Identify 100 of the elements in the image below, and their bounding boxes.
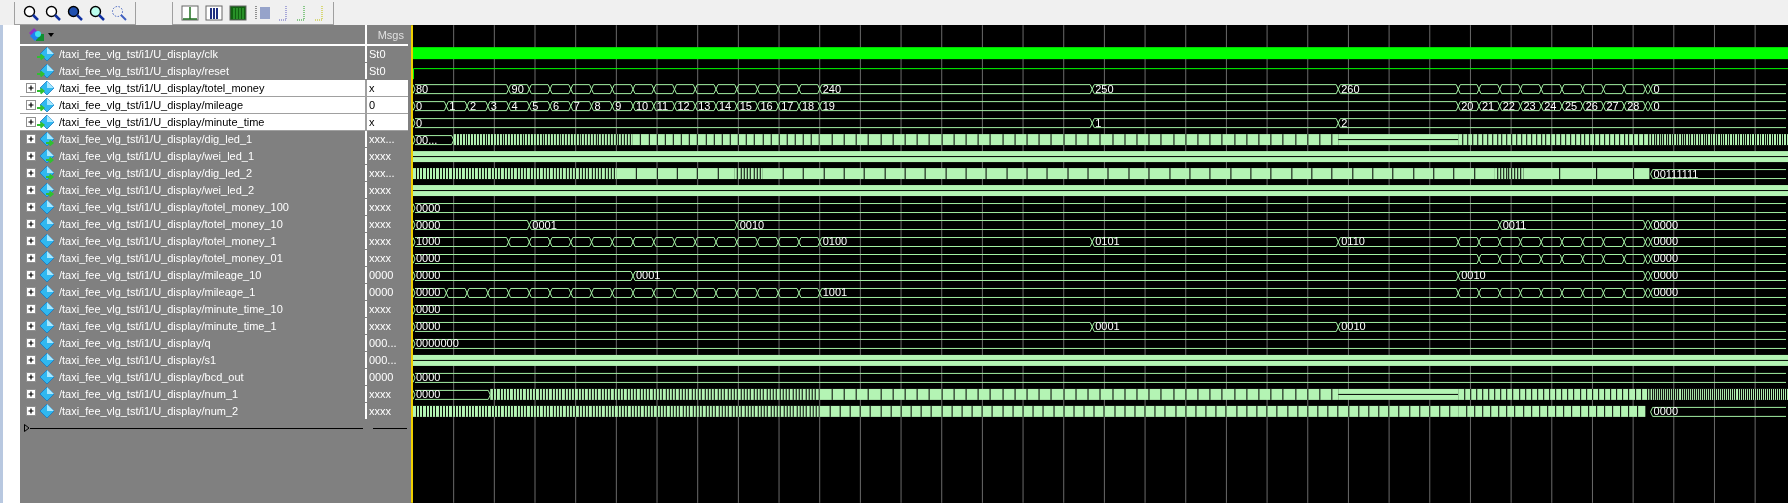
wave-value-label: 3	[490, 99, 497, 112]
wave-value-label: 20	[1461, 99, 1474, 112]
wave-value-label: 0110	[1341, 235, 1365, 248]
wave-value-label: 11	[656, 99, 669, 112]
signal-row[interactable]: /taxi_fee_vlg_tst/i1/U_display/totel_money_100 xxxx	[20, 199, 408, 216]
signal-row[interactable]: /taxi_fee_vlg_tst/i1/U_display/clk St0	[20, 46, 408, 63]
signal-row[interactable]: /taxi_fee_vlg_tst/i1/U_display/wei_led_1 xxxx	[20, 148, 408, 165]
dotted-box-icon[interactable]	[277, 5, 289, 21]
signal-row[interactable]: /taxi_fee_vlg_tst/i1/U_display/mileage_10 0000	[20, 267, 408, 284]
signal-value: 000...	[368, 337, 398, 349]
expand-icon[interactable]	[26, 389, 36, 399]
expand-icon[interactable]	[26, 134, 36, 144]
wave-value-label: 1000	[416, 235, 441, 248]
signal-name: /taxi_fee_vlg_tst/i1/U_display/dig_led_1	[59, 133, 253, 145]
expand-icon[interactable]	[26, 372, 36, 382]
signal-value: 0	[368, 99, 377, 111]
magnifier-icon[interactable]	[45, 5, 61, 21]
expand-icon[interactable]	[26, 236, 36, 246]
wave-value-label: 0000	[416, 286, 441, 299]
signal-row[interactable]: /taxi_fee_vlg_tst/i1/U_display/totel_money_1 xxxx	[20, 233, 408, 250]
expand-icon[interactable]	[26, 83, 36, 93]
expand-icon[interactable]	[26, 304, 36, 314]
wave-value-label: 0000	[1653, 405, 1679, 418]
signal-row[interactable]: /taxi_fee_vlg_tst/i1/U_display/dig_led_2 xxx...	[20, 165, 408, 182]
wave-value-label: 27	[1606, 99, 1619, 112]
signal-row[interactable]: /taxi_fee_vlg_tst/i1/U_display/totel_money_01 xxxx	[20, 250, 408, 267]
wave-value-label: 0010	[1461, 269, 1486, 282]
signal-value: 0000	[368, 371, 395, 383]
expand-icon[interactable]	[26, 338, 36, 348]
signal-name: /taxi_fee_vlg_tst/i1/U_display/totel_money_01	[59, 252, 283, 264]
wave-value-label: 9	[615, 99, 622, 112]
magnifier-icon[interactable]	[89, 5, 105, 21]
dotted-box-icon[interactable]	[253, 5, 271, 21]
wave-value-label: 0001	[636, 269, 661, 282]
signal-name: /taxi_fee_vlg_tst/i1/U_display/minute_time_1	[59, 320, 277, 332]
wave-value-label: 250	[1095, 82, 1114, 95]
wave-value-label: 5	[532, 99, 539, 112]
signal-row[interactable]: /taxi_fee_vlg_tst/i1/U_display/bcd_out 0000	[20, 369, 408, 386]
expand-icon[interactable]	[26, 202, 36, 212]
waveform-icon[interactable]	[205, 5, 223, 21]
signal-name: /taxi_fee_vlg_tst/i1/U_display/mileage_10	[59, 269, 262, 281]
magnifier-icon[interactable]	[67, 5, 83, 21]
wave-value-label: 0000	[1653, 235, 1679, 248]
signal-row[interactable]: /taxi_fee_vlg_tst/i1/U_display/wei_led_2 xxxx	[20, 182, 408, 199]
signal-value: xxxx	[368, 235, 392, 247]
signal-row[interactable]: /taxi_fee_vlg_tst/i1/U_display/num_1 xxxx	[20, 386, 408, 403]
dotted-box-icon[interactable]	[295, 5, 307, 21]
wave-value-label: 0000	[416, 201, 441, 214]
signal-value: St0	[368, 65, 387, 77]
signal-name: /taxi_fee_vlg_tst/i1/U_display/totel_money_1	[59, 235, 277, 247]
signal-name: /taxi_fee_vlg_tst/i1/U_display/mileage_1	[59, 286, 256, 298]
wave-value-label: 0	[416, 116, 423, 129]
signal-row[interactable]: /taxi_fee_vlg_tst/i1/U_display/mileage 0	[20, 97, 408, 114]
wave-value-label: 12	[677, 99, 690, 112]
signal-value: x	[368, 82, 376, 94]
expand-icon[interactable]	[26, 100, 36, 110]
signal-name: /taxi_fee_vlg_tst/i1/U_display/clk	[59, 48, 218, 60]
magnifier-icon[interactable]	[23, 5, 39, 21]
expand-icon[interactable]	[26, 219, 36, 229]
wave-value-label: 25	[1564, 99, 1578, 112]
signal-name: /taxi_fee_vlg_tst/i1/U_display/q	[59, 337, 211, 349]
wave-value-label: 0000	[1653, 269, 1679, 282]
wave-value-label: 0001	[1095, 320, 1120, 333]
wave-value-label: 0000000	[416, 337, 459, 350]
wave-value-label: 0101	[1095, 235, 1120, 248]
wave-value-label: 0000	[1653, 286, 1679, 299]
wave-value-label: 0001	[532, 218, 557, 231]
expand-icon[interactable]	[26, 321, 36, 331]
expand-icon[interactable]	[26, 355, 36, 365]
expand-icon[interactable]	[26, 168, 36, 178]
wave-value-label: 14	[719, 99, 732, 112]
signal-row[interactable]: /taxi_fee_vlg_tst/i1/U_display/mileage_1 0000	[20, 284, 408, 301]
expand-icon[interactable]	[26, 117, 36, 127]
wave-value-label: 0000	[416, 320, 441, 333]
wave-value-label: 0000	[1653, 218, 1679, 231]
expand-icon[interactable]	[26, 287, 36, 297]
signal-row[interactable]: /taxi_fee_vlg_tst/i1/U_display/s1 000...	[20, 352, 408, 369]
signal-row[interactable]: /taxi_fee_vlg_tst/i1/U_display/dig_led_1 xxx...	[20, 131, 408, 148]
wave-value-label: 2	[1341, 116, 1348, 129]
signal-name: /taxi_fee_vlg_tst/i1/U_display/bcd_out	[59, 371, 244, 383]
column-header: Msgs	[376, 28, 405, 41]
signal-row[interactable]: /taxi_fee_vlg_tst/i1/U_display/num_2 xxxx	[20, 403, 408, 420]
signal-row[interactable]: /taxi_fee_vlg_tst/i1/U_display/minute_time x	[20, 114, 408, 131]
signal-name: /taxi_fee_vlg_tst/i1/U_display/reset	[59, 65, 229, 77]
signal-row[interactable]: /taxi_fee_vlg_tst/i1/U_display/totel_money x	[20, 80, 408, 97]
wave-value-label: 17	[781, 99, 794, 112]
expand-icon[interactable]	[26, 253, 36, 263]
signal-row[interactable]: /taxi_fee_vlg_tst/i1/U_display/minute_time_10 xxxx	[20, 301, 408, 318]
signal-name: /taxi_fee_vlg_tst/i1/U_display/num_2	[59, 405, 239, 417]
signal-value: x	[368, 116, 376, 128]
expand-icon[interactable]	[26, 185, 36, 195]
wave-value-label: 260	[1341, 82, 1360, 95]
signal-row[interactable]: /taxi_fee_vlg_tst/i1/U_display/minute_time_1 xxxx	[20, 318, 408, 335]
expand-icon[interactable]	[26, 270, 36, 280]
dotted-box-icon[interactable]	[313, 5, 325, 21]
expand-icon[interactable]	[26, 151, 36, 161]
signal-value: xxxx	[368, 320, 392, 332]
signal-row[interactable]: /taxi_fee_vlg_tst/i1/U_display/totel_money_10 xxxx	[20, 216, 408, 233]
signal-row[interactable]: /taxi_fee_vlg_tst/i1/U_display/q 000...	[20, 335, 408, 352]
expand-icon[interactable]	[26, 406, 36, 416]
